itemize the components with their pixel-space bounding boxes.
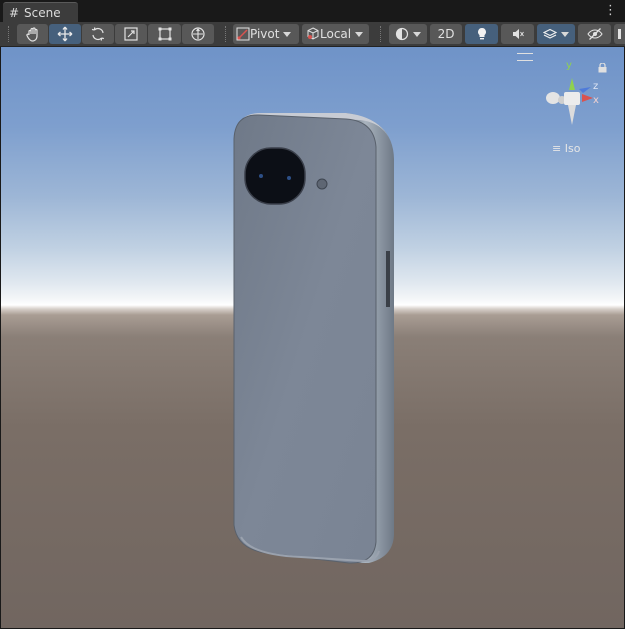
- gizmo-neg-y-axis[interactable]: [568, 105, 576, 125]
- chevron-down-icon: [283, 31, 292, 37]
- side-button: [386, 251, 390, 307]
- local-label: Local: [320, 27, 352, 41]
- mode-2d-button[interactable]: 2D: [430, 24, 462, 44]
- overflow-icon: [618, 29, 621, 39]
- speaker-muted-icon: [512, 29, 524, 39]
- local-cube-icon: [307, 27, 319, 40]
- camera-flash: [316, 178, 328, 190]
- scale-tool-button[interactable]: [115, 24, 147, 44]
- layers-effects-icon: [543, 28, 557, 39]
- pivot-label: Pivot: [250, 27, 280, 41]
- kebab-menu-icon[interactable]: ⋮: [604, 2, 617, 20]
- toolbar-grip[interactable]: [380, 26, 383, 42]
- gizmo-center-cube[interactable]: [564, 92, 580, 105]
- scene-toolbar: Pivot Local 2D: [0, 22, 625, 47]
- rect-tool-button[interactable]: [148, 24, 181, 44]
- gizmo-z-label: z: [593, 81, 598, 92]
- hand-icon: [25, 27, 38, 42]
- phone-model[interactable]: [1, 47, 624, 628]
- projection-label: Iso: [564, 142, 581, 155]
- eye-hidden-icon: [586, 28, 603, 40]
- camera-lens: [259, 174, 263, 178]
- toolbar-grip[interactable]: [8, 26, 11, 42]
- gizmo-y-axis[interactable]: [569, 78, 575, 90]
- overlay-collapse-handle[interactable]: [517, 53, 533, 61]
- rotate-icon: [91, 27, 105, 41]
- menu-lines-icon: ≡: [552, 142, 562, 155]
- pivot-icon: [236, 27, 250, 41]
- scale-icon: [124, 27, 138, 41]
- scene-viewport[interactable]: y z x ≡ Iso: [1, 47, 624, 628]
- rect-transform-icon: [158, 27, 171, 41]
- rotate-tool-button[interactable]: [82, 24, 114, 44]
- camera-module: [244, 147, 306, 205]
- shaded-sphere-icon: [395, 27, 409, 41]
- overflow-button[interactable]: [614, 24, 625, 44]
- tab-scene[interactable]: # Scene: [3, 2, 78, 22]
- gizmo-x-axis[interactable]: [582, 94, 593, 102]
- effects-dropdown[interactable]: [537, 24, 575, 44]
- move-tool-button[interactable]: [49, 24, 81, 44]
- chevron-down-icon: [561, 31, 569, 37]
- tab-bar: # Scene ⋮: [0, 0, 625, 22]
- hand-tool-button[interactable]: [17, 24, 48, 44]
- pivot-dropdown[interactable]: Pivot: [233, 24, 299, 44]
- projection-toggle[interactable]: ≡ Iso: [552, 142, 580, 155]
- gizmo-z-axis[interactable]: [579, 87, 591, 93]
- draw-mode-dropdown[interactable]: [389, 24, 427, 44]
- toolbar-grip[interactable]: [225, 26, 228, 42]
- tab-scene-label: Scene: [24, 6, 61, 20]
- hash-icon: #: [9, 6, 20, 20]
- gizmo-x-label: x: [593, 95, 599, 106]
- transform-tool-button[interactable]: [182, 24, 214, 44]
- mode-2d-label: 2D: [437, 27, 455, 41]
- move-arrows-icon: [57, 26, 73, 42]
- audio-toggle[interactable]: [501, 24, 534, 44]
- camera-lens: [287, 176, 291, 180]
- scene-visibility-toggle[interactable]: [578, 24, 611, 44]
- chevron-down-icon: [413, 31, 421, 37]
- transform-icon: [191, 27, 205, 41]
- lightbulb-icon: [477, 28, 486, 40]
- chevron-down-icon: [355, 31, 364, 37]
- gizmo-neg-x-axis[interactable]: [546, 92, 560, 104]
- lighting-toggle[interactable]: [465, 24, 498, 44]
- local-dropdown[interactable]: Local: [302, 24, 369, 44]
- orientation-gizmo[interactable]: y z x: [545, 57, 605, 137]
- gizmo-y-label: y: [566, 60, 572, 71]
